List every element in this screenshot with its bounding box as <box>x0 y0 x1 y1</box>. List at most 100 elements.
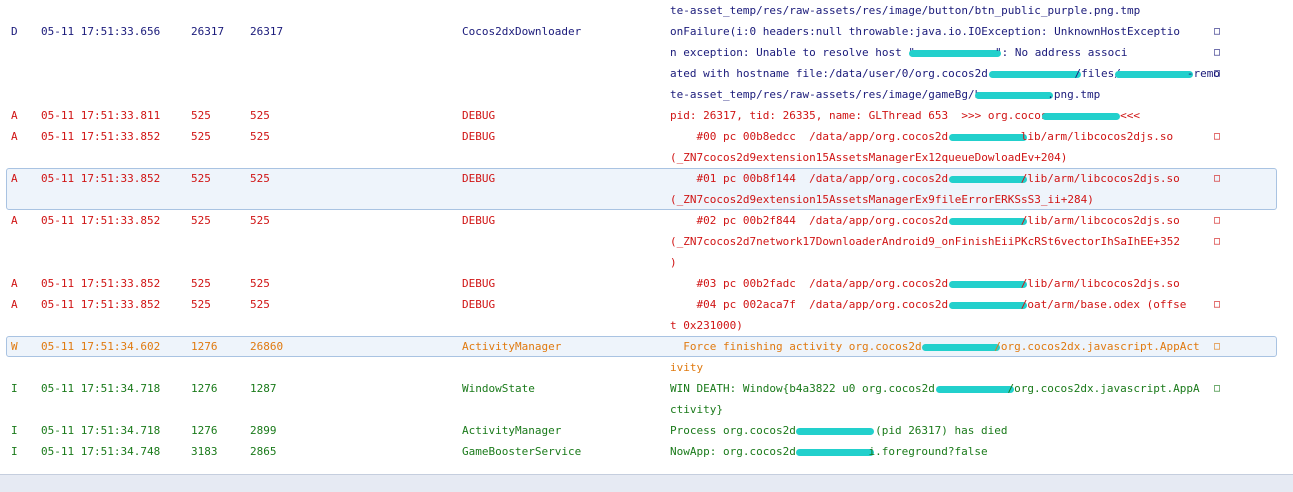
line-wrap-icon: □ <box>1214 173 1221 184</box>
line-wrap-icon: □ <box>1214 47 1221 58</box>
log-message: WIN DEATH: Window{b4a3822 u0 org.cocos2d… <box>670 382 1200 395</box>
redaction-mark <box>796 448 875 456</box>
log-level: A <box>11 298 18 311</box>
log-time: 05-11 17:51:33.852 <box>41 298 161 311</box>
log-message: te-asset_temp/res/raw-assets/res/image/g… <box>670 88 1101 101</box>
log-row[interactable]: (_ZN7cocos2d9extension15AssetsManagerEx9… <box>0 189 1293 210</box>
log-tag: GameBoosterService <box>462 445 582 458</box>
log-message: (_ZN7cocos2d9extension15AssetsManagerEx1… <box>670 151 1068 164</box>
log-tag: Cocos2dxDownloader <box>462 25 582 38</box>
log-level: I <box>11 424 18 437</box>
log-tid: 525 <box>250 130 270 143</box>
log-row[interactable]: A 05-11 17:51:33.852 525 525 DEBUG #04 pc 00… <box>0 294 1293 315</box>
log-time: 05-11 17:51:33.656 <box>41 25 161 38</box>
redaction-mark <box>948 175 1027 183</box>
log-tid: 26317 <box>250 25 284 38</box>
log-tag: DEBUG <box>462 130 496 143</box>
log-tag: DEBUG <box>462 298 496 311</box>
log-tag: DEBUG <box>462 277 496 290</box>
log-pid: 3183 <box>191 445 218 458</box>
log-level: A <box>11 172 18 185</box>
log-row[interactable]: (_ZN7cocos2d7network17DownloaderAndroid9… <box>0 231 1293 252</box>
log-time: 05-11 17:51:34.748 <box>41 445 161 458</box>
log-time: 05-11 17:51:33.852 <box>41 130 161 143</box>
redaction-mark <box>988 70 1081 78</box>
log-message: NowApp: org.cocos2d. i.foreground?false <box>670 445 988 458</box>
redaction-mark <box>1041 112 1120 120</box>
log-row[interactable]: I 05-11 17:51:34.718 1276 1287 WindowState WI… <box>0 378 1293 399</box>
log-time: 05-11 17:51:33.852 <box>41 214 161 227</box>
log-tid: 525 <box>250 277 270 290</box>
log-row[interactable]: (_ZN7cocos2d9extension15AssetsManagerEx1… <box>0 147 1293 168</box>
log-row[interactable]: ated with hostname file:/data/user/0/org… <box>0 63 1293 84</box>
log-row[interactable]: te-asset_temp/res/raw-assets/res/image/b… <box>0 0 1293 21</box>
log-row[interactable]: A 05-11 17:51:33.852 525 525 DEBUG #03 pc 00… <box>0 273 1293 294</box>
line-wrap-icon: □ <box>1214 383 1221 394</box>
redaction-mark <box>909 49 1002 57</box>
log-pid: 1276 <box>191 382 218 395</box>
log-row[interactable]: D 05-11 17:51:33.656 26317 26317 Cocos2dxDow… <box>0 21 1293 42</box>
log-message: #02 pc 00b2f844 /data/app/org.cocos2d./l… <box>670 214 1180 227</box>
logcat-table: te-asset_temp/res/raw-assets/res/image/b… <box>0 0 1293 462</box>
log-message: (_ZN7cocos2d7network17DownloaderAndroid9… <box>670 235 1180 248</box>
log-tag: DEBUG <box>462 214 496 227</box>
log-tag: ActivityManager <box>462 340 562 353</box>
log-message: pid: 26317, tid: 26335, name: GLThread 6… <box>670 109 1140 122</box>
redaction-mark <box>948 301 1027 309</box>
log-tag: WindowState <box>462 382 535 395</box>
log-row[interactable]: t 0x231000) <box>0 315 1293 336</box>
redaction-mark <box>1114 70 1193 78</box>
log-row[interactable]: A 05-11 17:51:33.852 525 525 DEBUG #00 pc 00… <box>0 126 1293 147</box>
log-row[interactable]: I 05-11 17:51:34.748 3183 2865 GameBoosterSe… <box>0 441 1293 462</box>
log-pid: 525 <box>191 172 211 185</box>
log-time: 05-11 17:51:34.718 <box>41 424 161 437</box>
log-row[interactable]: W 05-11 17:51:34.602 1276 26860 ActivityMana… <box>0 336 1293 357</box>
redaction-mark <box>935 385 1014 393</box>
log-pid: 1276 <box>191 424 218 437</box>
line-wrap-icon: □ <box>1214 68 1221 79</box>
log-message: t 0x231000) <box>670 319 743 332</box>
line-wrap-icon: □ <box>1214 236 1221 247</box>
log-row[interactable]: A 05-11 17:51:33.852 525 525 DEBUG #02 pc 00… <box>0 210 1293 231</box>
log-tag: ActivityManager <box>462 424 562 437</box>
log-message: te-asset_temp/res/raw-assets/res/image/b… <box>670 4 1141 17</box>
log-row[interactable]: A 05-11 17:51:33.811 525 525 DEBUG pid: 26317… <box>0 105 1293 126</box>
redaction-mark <box>948 133 1027 141</box>
log-message: ated with hostname file:/data/user/0/org… <box>670 67 1220 80</box>
line-wrap-icon: □ <box>1214 341 1221 352</box>
log-row[interactable]: I 05-11 17:51:34.718 1276 2899 ActivityManag… <box>0 420 1293 441</box>
redaction-mark <box>922 343 1001 351</box>
log-tag: DEBUG <box>462 172 496 185</box>
log-pid: 1276 <box>191 340 218 353</box>
log-level: A <box>11 109 18 122</box>
log-level: D <box>11 25 18 38</box>
log-row[interactable]: te-asset_temp/res/raw-assets/res/image/g… <box>0 84 1293 105</box>
line-wrap-icon: □ <box>1214 215 1221 226</box>
log-pid: 525 <box>191 109 211 122</box>
log-pid: 525 <box>191 214 211 227</box>
log-level: A <box>11 130 18 143</box>
log-time: 05-11 17:51:33.811 <box>41 109 161 122</box>
line-wrap-icon: □ <box>1214 131 1221 142</box>
log-tid: 525 <box>250 109 270 122</box>
log-time: 05-11 17:51:34.602 <box>41 340 161 353</box>
redaction-mark <box>948 280 1027 288</box>
log-tid: 2899 <box>250 424 277 437</box>
log-pid: 525 <box>191 130 211 143</box>
log-time: 05-11 17:51:33.852 <box>41 277 161 290</box>
log-tid: 525 <box>250 172 270 185</box>
log-message: onFailure(i:0 headers:null throwable:jav… <box>670 25 1180 38</box>
log-row[interactable]: ivity <box>0 357 1293 378</box>
log-pid: 525 <box>191 298 211 311</box>
log-row[interactable]: n exception: Unable to resolve host " ": … <box>0 42 1293 63</box>
log-row[interactable]: ) <box>0 252 1293 273</box>
log-time: 05-11 17:51:33.852 <box>41 172 161 185</box>
log-row[interactable]: A 05-11 17:51:33.852 525 525 DEBUG #01 pc 00… <box>0 168 1293 210</box>
log-message: Force finishing activity org.cocos2d./or… <box>670 340 1200 353</box>
log-message: #00 pc 00b8edcc /data/app/org.cocos2d. li… <box>670 130 1174 143</box>
log-message: #04 pc 002aca7f /data/app/org.cocos2d./o… <box>670 298 1187 311</box>
redaction-mark <box>948 217 1027 225</box>
log-level: A <box>11 214 18 227</box>
log-row[interactable]: ctivity} <box>0 399 1293 420</box>
log-tid: 525 <box>250 214 270 227</box>
